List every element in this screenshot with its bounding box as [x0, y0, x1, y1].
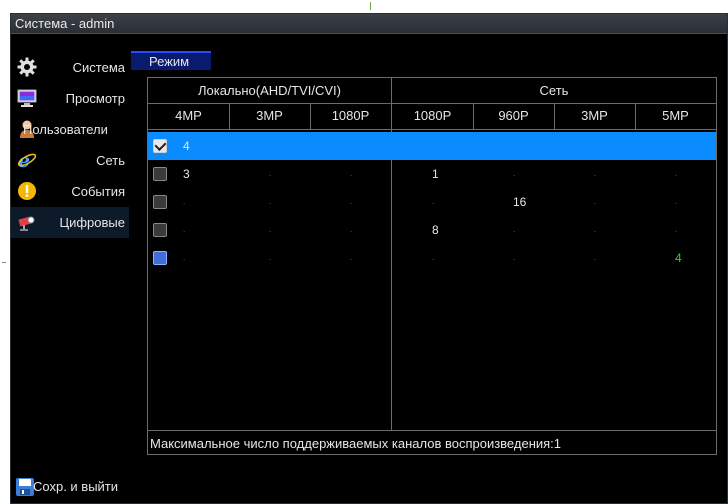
max-playback-channels-note: Максимальное число поддерживаемых канало… [150, 436, 562, 451]
table-cell[interactable]: 4 [183, 132, 190, 160]
table-cell[interactable]: . [432, 132, 434, 160]
table-cell[interactable]: . [350, 216, 352, 244]
column-header: 1080P [331, 108, 370, 123]
top-tick-mark [370, 2, 371, 10]
column-header: 5MP [662, 108, 689, 123]
table-cell[interactable]: . [269, 188, 271, 216]
channel-mode-table: Локально(AHD/TVI/CVI) Сеть 4MP 3MP 1080P… [147, 77, 717, 455]
sidebar-item-events[interactable]: События [11, 176, 129, 207]
table-cell[interactable]: . [675, 188, 677, 216]
table-cell[interactable]: . [594, 244, 596, 272]
internet-icon: e [17, 150, 37, 170]
table-cell[interactable]: 16 [513, 188, 526, 216]
divider [148, 129, 716, 130]
sidebar-item-label: Пользователи [23, 122, 108, 137]
sidebar-item-label: Цифровые [59, 215, 125, 230]
group-header-local: Локально(AHD/TVI/CVI) [198, 83, 341, 98]
sidebar-item-system[interactable]: Система [11, 52, 129, 83]
table-cell[interactable]: 1 [432, 160, 439, 188]
warning-icon [18, 182, 36, 200]
table-cell[interactable]: . [513, 244, 515, 272]
window-title: Система - admin [15, 16, 115, 31]
table-cell[interactable]: . [350, 160, 352, 188]
floppy-disk-icon [16, 478, 34, 496]
sidebar-item-label: Просмотр [65, 91, 125, 106]
sidebar-item-network[interactable]: e Сеть [11, 145, 129, 176]
title-bar: Система - admin [11, 14, 727, 34]
divider [148, 430, 716, 431]
sidebar-item-label: Сеть [96, 153, 125, 168]
sidebar-item-view[interactable]: Просмотр [11, 83, 129, 114]
row-checkbox[interactable] [153, 251, 167, 265]
table-cell[interactable]: 8 [432, 216, 439, 244]
table-cell[interactable]: . [269, 216, 271, 244]
column-header: 3MP [256, 108, 283, 123]
table-cell[interactable]: . [594, 216, 596, 244]
svg-text:e: e [18, 150, 30, 170]
table-cell[interactable]: . [183, 188, 185, 216]
row-checkbox[interactable] [153, 223, 167, 237]
monitor-icon [17, 89, 37, 107]
sidebar: Система Просмотр Пользователи e Сеть Соб… [11, 52, 129, 238]
row-checkbox[interactable] [153, 167, 167, 181]
table-row[interactable]: ... 8... [148, 216, 716, 244]
table-row[interactable]: .... 16.. [148, 188, 716, 216]
table-cell[interactable]: . [513, 216, 515, 244]
column-header: 960P [498, 108, 529, 123]
camera-icon [18, 216, 35, 231]
table-cell[interactable]: . [269, 132, 271, 160]
table-cell[interactable]: . [269, 160, 271, 188]
table-cell[interactable]: . [350, 132, 352, 160]
table-cell[interactable]: . [183, 216, 185, 244]
table-cell[interactable]: . [594, 132, 596, 160]
table-row[interactable]: ...... 4 [148, 244, 716, 272]
group-header-network: Сеть [539, 83, 569, 98]
table-cell[interactable]: . [594, 160, 596, 188]
row-checkbox[interactable] [153, 139, 167, 153]
column-header: 4MP [175, 108, 202, 123]
system-window: Система - admin Система Просмотр Пользов… [10, 13, 728, 504]
sidebar-item-users[interactable]: Пользователи [11, 114, 129, 145]
save-and-exit-button[interactable]: Сохр. и выйти [15, 475, 145, 499]
table-cell[interactable]: . [432, 188, 434, 216]
tab-mode[interactable]: Режим [131, 51, 211, 70]
table-cell[interactable]: . [675, 216, 677, 244]
row-checkbox[interactable] [153, 195, 167, 209]
gear-icon [17, 57, 37, 77]
table-cell[interactable]: . [513, 160, 515, 188]
table-cell[interactable]: 4 [675, 244, 682, 272]
table-cell[interactable]: 3 [183, 160, 190, 188]
sidebar-item-label: Система [72, 60, 125, 75]
table-cell[interactable]: . [594, 188, 596, 216]
column-header: 1080P [413, 108, 452, 123]
table-cell[interactable]: . [183, 244, 185, 272]
left-tick-mark [2, 262, 6, 263]
table-row[interactable]: 3.. 1... [148, 160, 716, 188]
sidebar-item-digital[interactable]: Цифровые [11, 207, 129, 238]
table-cell[interactable]: . [350, 188, 352, 216]
table-cell[interactable]: . [513, 132, 515, 160]
table-cell[interactable]: . [675, 132, 677, 160]
table-cell[interactable]: . [269, 244, 271, 272]
column-header: 3MP [581, 108, 608, 123]
table-cell[interactable]: . [350, 244, 352, 272]
sidebar-item-label: События [71, 184, 125, 199]
table-row[interactable]: 4...... [148, 132, 716, 160]
save-and-exit-label: Сохр. и выйти [33, 479, 119, 494]
table-cell[interactable]: . [432, 244, 434, 272]
table-cell[interactable]: . [675, 160, 677, 188]
